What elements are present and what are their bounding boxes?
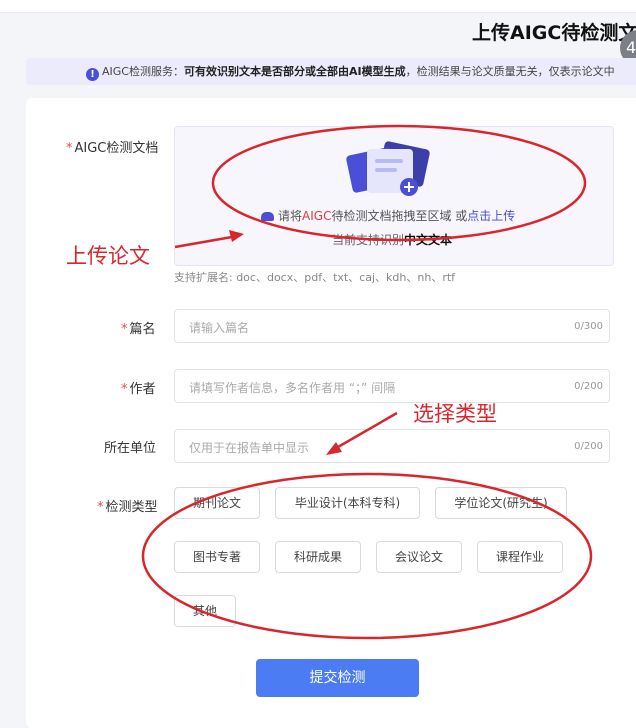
type-option-degree-thesis[interactable]: 学位论文(研究生) — [435, 487, 567, 519]
type-option-coursework[interactable]: 课程作业 — [477, 541, 563, 573]
author-placeholder: 请填写作者信息，多名作者用 “；” 间隔 — [189, 381, 396, 395]
type-option-graduation-design[interactable]: 毕业设计(本科专科) — [275, 487, 420, 519]
unit-char-count: 0/200 — [574, 441, 603, 452]
type-option-conference[interactable]: 会议论文 — [376, 541, 462, 573]
title-placeholder: 请输入篇名 — [189, 321, 250, 335]
type-annotation-text: 选择类型 — [413, 402, 497, 426]
author-label: * 作者 — [121, 382, 156, 397]
upload-instruction: 请将AIGC待检测文档拖拽至区域 或点击上传 — [261, 207, 515, 224]
type-option-research[interactable]: 科研成果 — [275, 541, 361, 573]
title-label: * 篇名 — [121, 322, 156, 337]
title-char-count: 0/300 — [574, 321, 603, 332]
page-title: 上传AIGC待检测文 — [472, 22, 636, 44]
type-option-journal[interactable]: 期刊论文 — [174, 487, 260, 519]
upload-dropzone[interactable]: 请将AIGC待检测文档拖拽至区域 或点击上传 当前支持识别中文文本 — [174, 126, 614, 266]
upload-support-note: 当前支持识别中文文本 — [332, 233, 453, 247]
title-input[interactable]: 请输入篇名 0/300 — [174, 309, 610, 343]
unit-input[interactable]: 仅用于在报告单中显示 0/200 — [174, 429, 610, 463]
type-option-other[interactable]: 其他 — [174, 595, 236, 627]
top-bar — [0, 0, 636, 13]
notice-bold: 可有效识别文本是否部分或全部由AI模型生成 — [183, 65, 406, 78]
notice-suffix: ，检测结果与论文质量无关，仅表示论文中 — [405, 65, 615, 78]
info-icon: ! — [86, 68, 99, 81]
type-label: * 检测类型 — [97, 500, 158, 515]
document-label: * AIGC检测文档 — [66, 141, 159, 156]
cloud-upload-icon — [261, 212, 274, 221]
type-option-book[interactable]: 图书专著 — [174, 541, 260, 573]
notice-prefix: AIGC检测服务： — [102, 65, 184, 78]
unit-label: 所在单位 — [104, 441, 157, 456]
click-upload-link[interactable]: 点击上传 — [467, 209, 515, 223]
author-char-count: 0/200 — [574, 381, 603, 392]
upload-annotation-text: 上传论文 — [66, 244, 150, 268]
submit-button[interactable]: 提交检测 — [256, 659, 419, 697]
extension-hint: 支持扩展名: doc、docx、pdf、txt、caj、kdh、nh、rtf — [174, 271, 456, 284]
service-notice: ! AIGC检测服务：可有效识别文本是否部分或全部由AI模型生成，检测结果与论文质… — [26, 58, 636, 85]
author-input[interactable]: 请填写作者信息，多名作者用 “；” 间隔 0/200 — [174, 369, 610, 403]
unit-placeholder: 仅用于在报告单中显示 — [189, 441, 310, 455]
document-upload-icon — [346, 141, 430, 196]
